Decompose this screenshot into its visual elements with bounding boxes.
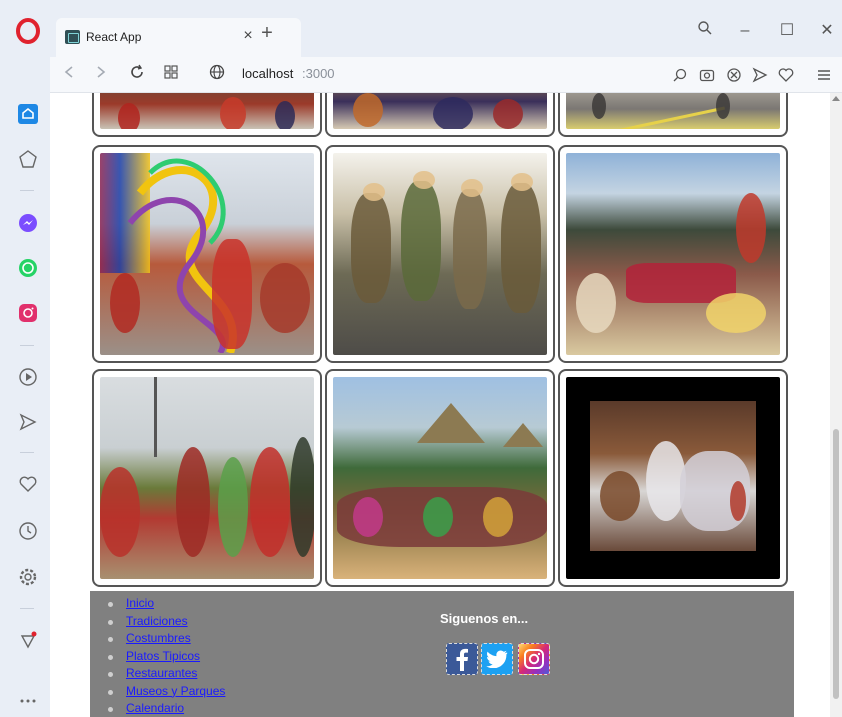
footer-link-museos-y-parques[interactable]: Museos y Parques — [126, 684, 225, 698]
maximize-button[interactable]: ☐ — [774, 20, 800, 42]
sidebar-divider — [20, 608, 34, 609]
footer-link-item: Costumbres — [104, 630, 225, 648]
gallery-cell[interactable] — [92, 369, 322, 587]
more-icon[interactable] — [17, 690, 39, 712]
bookmark-heart-icon[interactable] — [776, 65, 796, 85]
footer-link-tradiciones[interactable]: Tradiciones — [126, 614, 188, 628]
instagram-icon[interactable] — [518, 643, 550, 675]
footer-link-item: Museos y Parques — [104, 683, 225, 701]
player-icon[interactable] — [17, 366, 39, 388]
tab-bar: React App × + – ☐ ✕ — [50, 0, 842, 57]
search-page-icon[interactable] — [670, 65, 690, 85]
site-footer: Inicio Tradiciones Costumbres Platos Tip… — [90, 591, 794, 717]
footer-nav: Inicio Tradiciones Costumbres Platos Tip… — [104, 595, 225, 717]
pinboard-icon[interactable] — [17, 629, 39, 651]
easy-setup-menu-icon[interactable] — [814, 65, 834, 85]
adblock-icon[interactable] — [724, 65, 744, 85]
gallery-photo-indigenous-dance-village[interactable] — [333, 377, 547, 579]
minimize-button[interactable]: – — [732, 20, 758, 42]
speed-dial-icon[interactable] — [17, 148, 39, 170]
home-icon[interactable] — [17, 103, 39, 125]
page-viewport: Inicio Tradiciones Costumbres Platos Tip… — [50, 93, 842, 717]
reload-icon[interactable] — [126, 64, 148, 86]
twitter-icon[interactable] — [481, 643, 513, 675]
gallery-photo-flower-offering[interactable] — [566, 153, 780, 355]
footer-link-costumbres[interactable]: Costumbres — [126, 631, 191, 645]
back-icon[interactable] — [58, 64, 80, 86]
gallery-cell[interactable] — [92, 93, 322, 137]
footer-link-item: Restaurantes — [104, 665, 225, 683]
footer-link-platos-tipicos[interactable]: Platos Tipicos — [126, 649, 200, 663]
gallery-photo-street-festival[interactable] — [566, 93, 780, 129]
react-app-favicon-icon — [65, 30, 80, 44]
address-bar: localhost :3000 — [50, 57, 842, 93]
footer-link-inicio[interactable]: Inicio — [126, 596, 154, 610]
gallery-photo-parade-dancers[interactable] — [333, 93, 547, 129]
gallery-photo-couple-dance[interactable] — [566, 377, 780, 579]
sidebar-divider — [20, 452, 34, 453]
bookmarks-icon[interactable] — [17, 473, 39, 495]
gallery-cell[interactable] — [558, 145, 788, 363]
url-host[interactable]: localhost — [242, 66, 293, 81]
forward-icon[interactable] — [90, 64, 112, 86]
opera-logo-icon[interactable] — [16, 18, 40, 44]
gallery-photo-dancers-red-costumes[interactable] — [100, 93, 314, 129]
instagram-icon[interactable] — [17, 302, 39, 324]
footer-link-restaurantes[interactable]: Restaurantes — [126, 666, 197, 680]
tab-search-icon[interactable] — [692, 20, 718, 42]
browser-sidebar — [0, 0, 50, 717]
footer-link-item: Platos Tipicos — [104, 648, 225, 666]
gallery-cell[interactable] — [325, 93, 555, 137]
whatsapp-icon[interactable] — [17, 257, 39, 279]
tab-grid-icon[interactable] — [160, 64, 182, 86]
gallery-photo-masked-dancers[interactable] — [333, 153, 547, 355]
facebook-icon[interactable] — [446, 643, 478, 675]
sidebar-divider — [20, 190, 34, 191]
gallery-photo-ribbon-festival[interactable] — [100, 153, 314, 355]
footer-link-calendario[interactable]: Calendario — [126, 701, 184, 715]
footer-link-item: Inicio — [104, 595, 225, 613]
footer-link-item: Tradiciones — [104, 613, 225, 631]
messenger-icon[interactable] — [17, 212, 39, 234]
gallery-cell[interactable] — [558, 369, 788, 587]
gallery-photo-folk-dance-street[interactable] — [100, 377, 314, 579]
snapshot-icon[interactable] — [697, 65, 717, 85]
gallery-cell[interactable] — [325, 145, 555, 363]
new-tab-button[interactable]: + — [256, 22, 278, 44]
gallery-cell[interactable] — [325, 369, 555, 587]
url-port[interactable]: :3000 — [302, 66, 335, 81]
flow-icon[interactable] — [17, 411, 39, 433]
sidebar-divider — [20, 345, 34, 346]
settings-icon[interactable] — [17, 566, 39, 588]
tab-title: React App — [86, 30, 142, 44]
footer-link-item: Calendario — [104, 700, 225, 717]
scrollbar-thumb[interactable] — [833, 429, 839, 699]
scroll-up-icon[interactable] — [832, 96, 840, 101]
social-heading: Siguenos en... — [440, 611, 529, 626]
site-info-globe-icon[interactable] — [206, 64, 228, 86]
send-flow-icon[interactable] — [750, 65, 770, 85]
close-window-button[interactable]: ✕ — [814, 20, 840, 42]
gallery-cell[interactable] — [558, 93, 788, 137]
history-icon[interactable] — [17, 520, 39, 542]
gallery-cell[interactable] — [92, 145, 322, 363]
vertical-scrollbar[interactable] — [830, 93, 842, 717]
